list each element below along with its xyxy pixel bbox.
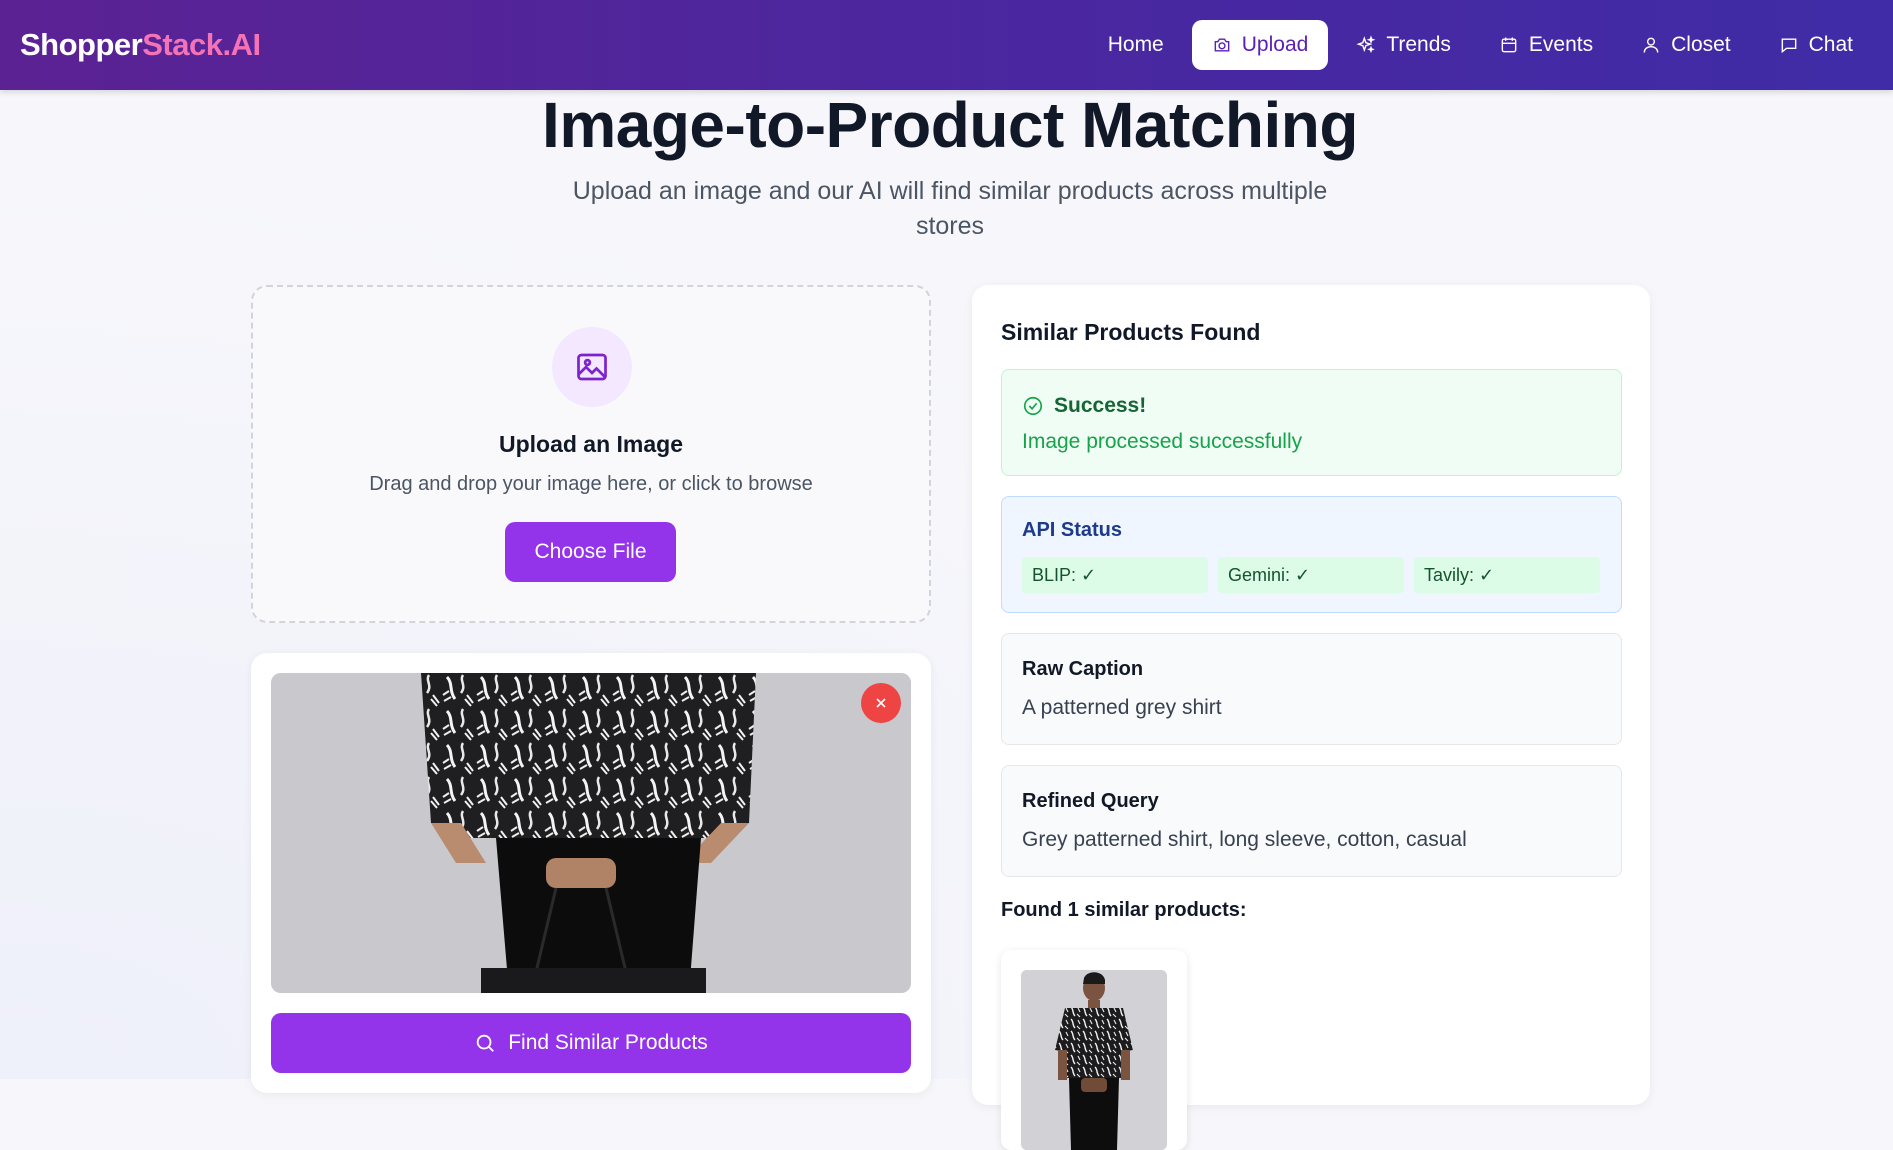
success-header: Success! [1022, 394, 1146, 418]
find-similar-products-button[interactable]: Find Similar Products [271, 1013, 911, 1073]
refined-query-panel: Refined Query Grey patterned shirt, long… [1001, 765, 1622, 877]
nav-upload-label: Upload [1241, 33, 1309, 56]
success-alert: Success! Image processed successfully [1001, 369, 1622, 476]
check-circle-icon [1023, 396, 1043, 416]
nav-trends[interactable]: Trends [1336, 20, 1471, 70]
product-thumbnail-illustration [1021, 970, 1167, 1150]
uploaded-image-preview [271, 673, 911, 993]
api-status-tavily: Tavily: ✓ [1414, 557, 1600, 593]
results-card: Similar Products Found Success! Image pr… [972, 285, 1650, 1150]
api-status-panel: API Status BLIP: ✓ Gemini: ✓ Tavily: ✓ [1001, 496, 1622, 613]
upload-instructions: Drag and drop your image here, or click … [369, 473, 813, 495]
sparkles-icon [1356, 35, 1376, 54]
close-icon [876, 698, 886, 708]
user-icon [1643, 37, 1659, 53]
nav-upload[interactable]: Upload [1191, 20, 1329, 70]
image-icon [577, 353, 607, 381]
refined-query-title: Refined Query [1022, 790, 1159, 812]
page-title: Image-to-Product Matching [542, 89, 1358, 161]
brand-name-part2: Stack.AI [142, 27, 261, 62]
brand-logo[interactable]: ShopperStack.AI [20, 27, 261, 63]
api-status-blip: BLIP: ✓ [1022, 557, 1208, 593]
nav-chat[interactable]: Chat [1759, 20, 1873, 70]
calendar-icon [1501, 37, 1517, 53]
brand-name-part1: Shopper [20, 27, 143, 62]
uploaded-image-illustration [271, 673, 911, 993]
nav-home[interactable]: Home [1088, 20, 1184, 70]
nav-trends-label: Trends [1386, 33, 1451, 56]
nav-events-label: Events [1528, 33, 1594, 56]
page-subtitle: Upload an image and our AI will find sim… [572, 177, 1328, 240]
nav-home-label: Home [1107, 33, 1164, 56]
upload-icon-circle [552, 327, 632, 407]
found-products-label: Found 1 similar products: [1001, 899, 1247, 921]
raw-caption-panel: Raw Caption A patterned grey shirt [1001, 633, 1622, 745]
find-similar-products-label: Find Similar Products [508, 1031, 708, 1054]
choose-file-button[interactable]: Choose File [505, 522, 676, 582]
results-title: Similar Products Found [1001, 319, 1261, 345]
camera-icon [1214, 38, 1230, 52]
upload-dropzone[interactable]: Upload an Image Drag and drop your image… [251, 285, 931, 623]
product-thumbnail[interactable] [1021, 970, 1167, 1150]
raw-caption-title: Raw Caption [1022, 658, 1144, 680]
top-navbar: ShopperStack.AI Home Upload Trends Event… [0, 0, 1893, 90]
refined-query-text: Grey patterned shirt, long sleeve, cotto… [1022, 828, 1467, 851]
nav-closet-label: Closet [1671, 33, 1731, 56]
api-status-gemini: Gemini: ✓ [1218, 557, 1404, 593]
nav-closet[interactable]: Closet [1621, 20, 1751, 70]
chat-bubble-icon [1781, 38, 1797, 54]
remove-image-button[interactable] [861, 683, 901, 723]
api-status-title: API Status [1022, 519, 1123, 541]
image-preview-card: Find Similar Products [251, 653, 931, 1093]
search-icon [476, 1034, 495, 1052]
raw-caption-text: A patterned grey shirt [1022, 696, 1222, 719]
product-card[interactable] [1001, 950, 1187, 1150]
upload-title: Upload an Image [498, 431, 684, 457]
success-title: Success! [1054, 394, 1147, 417]
main-nav: Home Upload Trends Events Closet Chat [1088, 20, 1873, 70]
success-message: Image processed successfully [1022, 430, 1303, 453]
nav-chat-label: Chat [1808, 33, 1853, 56]
nav-events[interactable]: Events [1479, 20, 1613, 70]
